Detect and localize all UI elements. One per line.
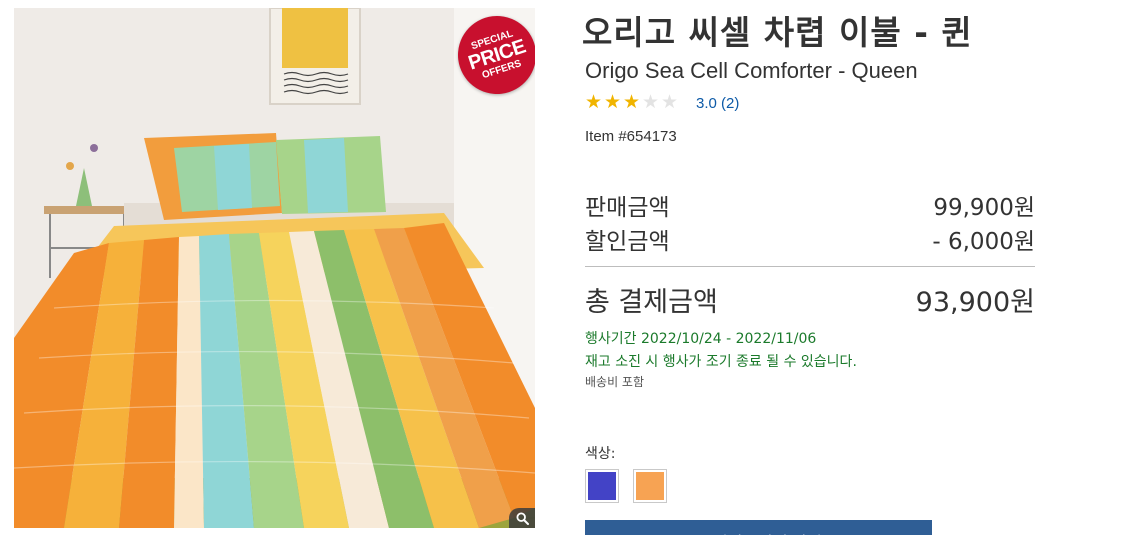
reviews-link[interactable]: 3.0 (2) xyxy=(696,95,739,112)
promotion-notice: 재고 소진 시 행사가 조기 종료 될 수 있습니다. xyxy=(585,354,857,370)
add-to-cart-button[interactable]: + 장바구니에 담기 xyxy=(585,520,932,535)
item-number: Item #654173 xyxy=(585,128,677,145)
magnifier-icon xyxy=(515,511,529,525)
color-swatch-blue[interactable] xyxy=(585,469,619,503)
star-icon-filled: ★ xyxy=(585,92,603,113)
shipping-note: 배송비 포함 xyxy=(585,375,645,389)
comforter-photo xyxy=(14,8,535,528)
color-swatch-orange[interactable] xyxy=(633,469,667,503)
color-label: 색상: xyxy=(585,446,616,462)
star-icon-filled: ★ xyxy=(604,92,622,113)
product-image[interactable]: SPECIAL PRICE OFFERS xyxy=(14,8,535,528)
total-price-value: 93,900원 xyxy=(915,287,1035,318)
sale-price-row: 판매금액 99,900원 xyxy=(585,188,1035,222)
promotion-period: 행사기간 2022/10/24 - 2022/11/06 xyxy=(585,331,817,347)
star-icon-filled: ★ xyxy=(623,92,641,113)
zoom-button[interactable] xyxy=(509,508,535,528)
rating: ★ ★ ★ ★ ★ 3.0 (2) xyxy=(585,93,739,113)
product-title-korean: 오리고 씨셀 차렵 이불 - 퀸 xyxy=(582,13,973,52)
sale-price-value: 99,900원 xyxy=(933,195,1035,221)
sale-price-label: 판매금액 xyxy=(585,195,670,221)
star-icon-empty: ★ xyxy=(661,92,679,113)
star-rating: ★ ★ ★ ★ ★ xyxy=(585,93,680,113)
price-divider xyxy=(585,266,1035,267)
discount-label: 할인금액 xyxy=(585,229,670,255)
product-title-english: Origo Sea Cell Comforter - Queen xyxy=(585,58,918,83)
discount-row: 할인금액 - 6,000원 xyxy=(585,222,1035,256)
star-icon-empty: ★ xyxy=(642,92,660,113)
product-page: SPECIAL PRICE OFFERS 오리고 씨셀 차렵 이불 - 퀸 Or… xyxy=(0,0,1132,535)
total-price-row: 총 결제금액 93,900원 xyxy=(585,280,1035,319)
swatch-fill xyxy=(588,472,616,500)
discount-value: - 6,000원 xyxy=(932,229,1035,255)
color-swatches xyxy=(585,469,667,503)
swatch-fill xyxy=(636,472,664,500)
total-price-label: 총 결제금액 xyxy=(585,287,718,318)
